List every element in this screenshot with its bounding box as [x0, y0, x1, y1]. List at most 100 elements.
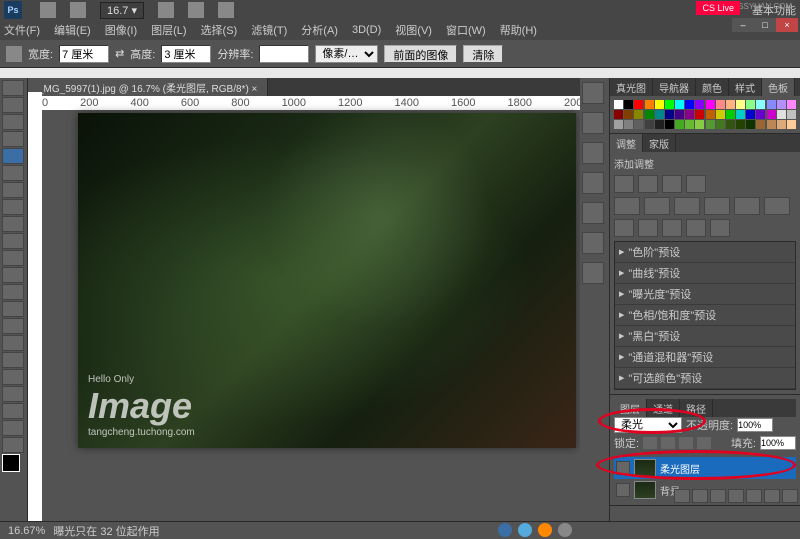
eyedropper-tool[interactable]	[2, 165, 24, 181]
swatch[interactable]	[645, 100, 654, 109]
zoom-tool[interactable]	[2, 437, 24, 453]
swatch[interactable]	[685, 120, 694, 129]
swatch[interactable]	[634, 100, 643, 109]
swatch[interactable]	[787, 100, 796, 109]
status-zoom[interactable]: 16.67%	[8, 525, 45, 537]
crop-tool-icon[interactable]	[6, 46, 22, 62]
swatch[interactable]	[624, 120, 633, 129]
posterize-icon[interactable]	[638, 219, 658, 237]
blend-mode-select[interactable]: 柔光	[614, 417, 682, 433]
swatch[interactable]	[716, 100, 725, 109]
layer-row[interactable]: 柔光图层	[614, 457, 796, 479]
swatch[interactable]	[726, 110, 735, 119]
brush-tool[interactable]	[2, 199, 24, 215]
swatch[interactable]	[706, 110, 715, 119]
clear-button[interactable]: 清除	[463, 45, 503, 63]
swatch[interactable]	[716, 120, 725, 129]
swatch[interactable]	[736, 100, 745, 109]
swatch[interactable]	[736, 110, 745, 119]
res-input[interactable]	[259, 45, 309, 63]
moon-icon[interactable]	[518, 523, 532, 537]
curves-icon[interactable]	[662, 175, 682, 193]
swatch[interactable]	[756, 110, 765, 119]
swatch[interactable]	[645, 110, 654, 119]
layer-name[interactable]: 柔光图层	[660, 461, 700, 476]
crop-tool[interactable]	[2, 148, 24, 164]
swatch[interactable]	[777, 110, 786, 119]
threshold-icon[interactable]	[662, 219, 682, 237]
type-tool[interactable]	[2, 335, 24, 351]
fill-adjust-icon[interactable]	[728, 489, 744, 503]
vibrance-icon[interactable]	[614, 197, 640, 215]
camera-tool[interactable]	[2, 403, 24, 419]
swatch[interactable]	[655, 110, 664, 119]
menu-select[interactable]: 选择(S)	[201, 22, 238, 38]
dodge-tool[interactable]	[2, 301, 24, 317]
maximize-button[interactable]: □	[754, 18, 776, 32]
stamp-tool[interactable]	[2, 216, 24, 232]
path-tool[interactable]	[2, 352, 24, 368]
swatch[interactable]	[665, 110, 674, 119]
swatch[interactable]	[756, 100, 765, 109]
swatch[interactable]	[756, 120, 765, 129]
preset-item[interactable]: ▶"曲线"预设	[615, 263, 795, 284]
swatch[interactable]	[777, 100, 786, 109]
tab-histogram[interactable]: 真光图	[610, 78, 653, 96]
swatch[interactable]	[726, 120, 735, 129]
3d-tool[interactable]	[2, 386, 24, 402]
link-layers-icon[interactable]	[674, 489, 690, 503]
blur-tool[interactable]	[2, 284, 24, 300]
swatch[interactable]	[614, 120, 623, 129]
warning-icon[interactable]	[538, 523, 552, 537]
hand-icon[interactable]	[158, 2, 174, 18]
swatch[interactable]	[746, 100, 755, 109]
swatch[interactable]	[706, 100, 715, 109]
marquee-tool[interactable]	[2, 97, 24, 113]
heal-tool[interactable]	[2, 182, 24, 198]
tab-styles[interactable]: 样式	[729, 78, 762, 96]
layer-thumbnail[interactable]	[634, 481, 656, 499]
swatch[interactable]	[624, 100, 633, 109]
swatch[interactable]	[685, 110, 694, 119]
swatch[interactable]	[675, 110, 684, 119]
layer-style-icon[interactable]	[692, 489, 708, 503]
new-layer-icon[interactable]	[764, 489, 780, 503]
preset-item[interactable]: ▶"可选颜色"预设	[615, 368, 795, 389]
swatch[interactable]	[777, 120, 786, 129]
hand-tool[interactable]	[2, 420, 24, 436]
swatch[interactable]	[767, 100, 776, 109]
swatch[interactable]	[665, 100, 674, 109]
menu-image[interactable]: 图像(I)	[105, 22, 137, 38]
menu-analyze[interactable]: 分析(A)	[301, 22, 338, 38]
swatch[interactable]	[634, 120, 643, 129]
lock-transparency-icon[interactable]	[643, 437, 657, 449]
visibility-icon[interactable]	[616, 461, 630, 475]
invert-icon[interactable]	[614, 219, 634, 237]
exposure-icon[interactable]	[686, 175, 706, 193]
preset-item[interactable]: ▶"色相/饱和度"预设	[615, 305, 795, 326]
visibility-icon[interactable]	[616, 483, 630, 497]
tab-paths[interactable]: 路径	[680, 399, 713, 417]
tab-layers[interactable]: 图层	[614, 399, 647, 417]
swatch[interactable]	[746, 110, 755, 119]
close-button[interactable]: ×	[776, 18, 798, 32]
wand-tool[interactable]	[2, 131, 24, 147]
shape-tool[interactable]	[2, 369, 24, 385]
lock-all-icon[interactable]	[697, 437, 711, 449]
lock-position-icon[interactable]	[679, 437, 693, 449]
tab-color[interactable]: 颜色	[696, 78, 729, 96]
swatch[interactable]	[767, 120, 776, 129]
arrange-icon[interactable]	[188, 2, 204, 18]
swatch[interactable]	[655, 100, 664, 109]
tab-adjustments[interactable]: 调整	[610, 134, 643, 152]
width-input[interactable]	[59, 45, 109, 63]
gradientmap-icon[interactable]	[686, 219, 706, 237]
swatch[interactable]	[665, 120, 674, 129]
actions-icon[interactable]	[582, 112, 604, 134]
swatch[interactable]	[767, 110, 776, 119]
document-canvas[interactable]: Hello Only Image tangcheng.tuchong.com	[78, 113, 576, 448]
delete-layer-icon[interactable]	[782, 489, 798, 503]
move-tool[interactable]	[2, 80, 24, 96]
swatch[interactable]	[685, 100, 694, 109]
brush-presets-icon[interactable]	[582, 172, 604, 194]
